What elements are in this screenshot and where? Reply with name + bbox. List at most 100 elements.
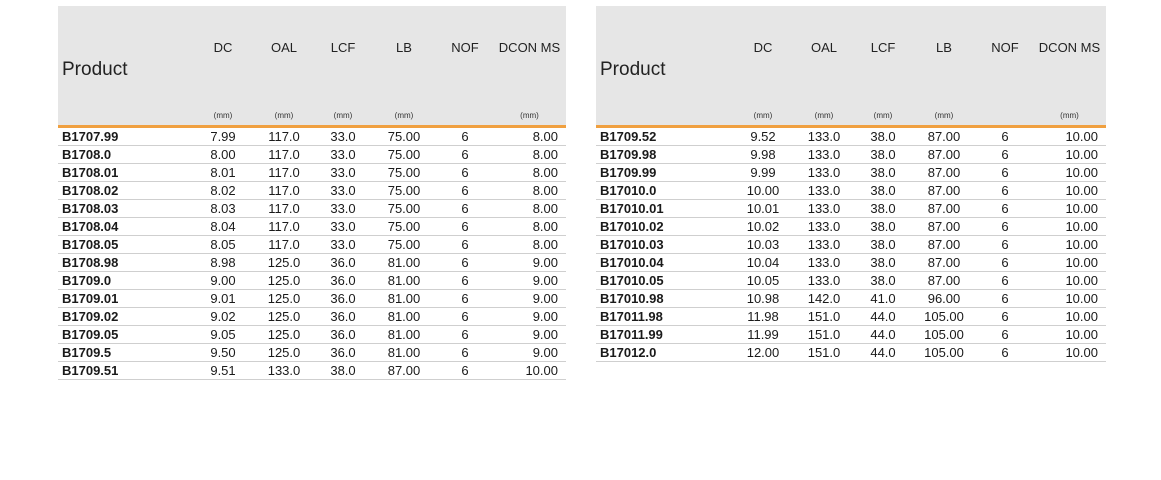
unit-oal: (mm) bbox=[793, 106, 855, 128]
cell-dcon: 10.00 bbox=[1033, 181, 1106, 200]
cell-nof: 6 bbox=[977, 307, 1033, 326]
cell-product: B1709.5 bbox=[58, 343, 193, 362]
cell-dc: 9.01 bbox=[193, 289, 253, 308]
table-row: B1707.99 7.99 117.0 33.0 75.00 6 8.00 bbox=[58, 126, 566, 146]
cell-dcon: 10.00 bbox=[1033, 145, 1106, 164]
cell-dc: 9.99 bbox=[733, 163, 793, 182]
cell-nof: 6 bbox=[437, 271, 493, 290]
cell-nof: 6 bbox=[437, 235, 493, 254]
cell-oal: 133.0 bbox=[793, 163, 855, 182]
cell-product: B1708.03 bbox=[58, 199, 193, 218]
cell-product: B1708.0 bbox=[58, 145, 193, 164]
cell-oal: 133.0 bbox=[793, 253, 855, 272]
cell-dc: 12.00 bbox=[733, 343, 793, 362]
cell-oal: 117.0 bbox=[253, 181, 315, 200]
cell-lcf: 38.0 bbox=[855, 235, 911, 254]
cell-nof: 6 bbox=[977, 126, 1033, 146]
cell-nof: 6 bbox=[437, 289, 493, 308]
table-row: B1709.05 9.05 125.0 36.0 81.00 6 9.00 bbox=[58, 325, 566, 344]
cell-lcf: 33.0 bbox=[315, 217, 371, 236]
cell-nof: 6 bbox=[437, 126, 493, 146]
cell-lb: 75.00 bbox=[371, 163, 437, 182]
cell-lb: 87.00 bbox=[371, 361, 437, 380]
cell-nof: 6 bbox=[977, 181, 1033, 200]
unit-dc: (mm) bbox=[733, 106, 793, 128]
cell-dc: 10.05 bbox=[733, 271, 793, 290]
table-row: B1708.01 8.01 117.0 33.0 75.00 6 8.00 bbox=[58, 163, 566, 182]
cell-product: B1708.01 bbox=[58, 163, 193, 182]
header-row: Product DC OAL LCF LB NOF DCON MS bbox=[58, 6, 566, 106]
left-table-body: B1707.99 7.99 117.0 33.0 75.00 6 8.00 B1708.0 8.… bbox=[58, 126, 566, 380]
cell-lb: 105.00 bbox=[911, 307, 977, 326]
cell-dcon: 9.00 bbox=[493, 325, 566, 344]
table-row: B1709.99 9.99 133.0 38.0 87.00 6 10.00 bbox=[596, 163, 1106, 182]
cell-lb: 87.00 bbox=[911, 145, 977, 164]
cell-oal: 151.0 bbox=[793, 343, 855, 362]
cell-nof: 6 bbox=[977, 289, 1033, 308]
cell-lcf: 44.0 bbox=[855, 307, 911, 326]
cell-dc: 10.01 bbox=[733, 199, 793, 218]
cell-oal: 125.0 bbox=[253, 289, 315, 308]
cell-lb: 75.00 bbox=[371, 235, 437, 254]
cell-dcon: 8.00 bbox=[493, 163, 566, 182]
cell-dc: 8.01 bbox=[193, 163, 253, 182]
cell-nof: 6 bbox=[977, 253, 1033, 272]
table-row: B17010.01 10.01 133.0 38.0 87.00 6 10.00 bbox=[596, 199, 1106, 218]
header-row: Product DC OAL LCF LB NOF DCON MS bbox=[596, 6, 1106, 106]
cell-lb: 96.00 bbox=[911, 289, 977, 308]
cell-nof: 6 bbox=[977, 325, 1033, 344]
cell-oal: 117.0 bbox=[253, 235, 315, 254]
cell-lcf: 38.0 bbox=[855, 253, 911, 272]
table-row: B1709.01 9.01 125.0 36.0 81.00 6 9.00 bbox=[58, 289, 566, 308]
cell-dc: 9.51 bbox=[193, 361, 253, 380]
cell-lcf: 38.0 bbox=[855, 163, 911, 182]
cell-nof: 6 bbox=[977, 235, 1033, 254]
col-header-dcon: DCON MS bbox=[493, 6, 566, 106]
cell-product: B17010.05 bbox=[596, 271, 733, 290]
col-header-lb: LB bbox=[371, 6, 437, 106]
cell-dc: 10.02 bbox=[733, 217, 793, 236]
cell-product: B1708.98 bbox=[58, 253, 193, 272]
cell-oal: 133.0 bbox=[793, 235, 855, 254]
cell-lcf: 33.0 bbox=[315, 126, 371, 146]
cell-dcon: 8.00 bbox=[493, 126, 566, 146]
table-row: B17011.98 11.98 151.0 44.0 105.00 6 10.00 bbox=[596, 307, 1106, 326]
table-row: B1708.98 8.98 125.0 36.0 81.00 6 9.00 bbox=[58, 253, 566, 272]
table-row: B17010.02 10.02 133.0 38.0 87.00 6 10.00 bbox=[596, 217, 1106, 236]
unit-dcon: (mm) bbox=[493, 106, 566, 128]
table-row: B1709.0 9.00 125.0 36.0 81.00 6 9.00 bbox=[58, 271, 566, 290]
table-row: B17010.04 10.04 133.0 38.0 87.00 6 10.00 bbox=[596, 253, 1106, 272]
cell-lb: 75.00 bbox=[371, 145, 437, 164]
cell-dc: 10.98 bbox=[733, 289, 793, 308]
cell-lcf: 38.0 bbox=[855, 126, 911, 146]
cell-lb: 105.00 bbox=[911, 343, 977, 362]
cell-lb: 75.00 bbox=[371, 181, 437, 200]
cell-lcf: 36.0 bbox=[315, 343, 371, 362]
table-row: B17010.0 10.00 133.0 38.0 87.00 6 10.00 bbox=[596, 181, 1106, 200]
cell-dcon: 9.00 bbox=[493, 253, 566, 272]
cell-lcf: 33.0 bbox=[315, 145, 371, 164]
cell-product: B17010.98 bbox=[596, 289, 733, 308]
cell-dcon: 10.00 bbox=[1033, 307, 1106, 326]
cell-lb: 81.00 bbox=[371, 325, 437, 344]
cell-dc: 8.98 bbox=[193, 253, 253, 272]
col-header-oal: OAL bbox=[793, 6, 855, 106]
cell-nof: 6 bbox=[977, 343, 1033, 362]
cell-lb: 87.00 bbox=[911, 181, 977, 200]
cell-product: B17012.0 bbox=[596, 343, 733, 362]
cell-dcon: 8.00 bbox=[493, 145, 566, 164]
cell-dc: 8.00 bbox=[193, 145, 253, 164]
cell-dcon: 8.00 bbox=[493, 235, 566, 254]
cell-nof: 6 bbox=[977, 271, 1033, 290]
cell-product: B1708.04 bbox=[58, 217, 193, 236]
cell-oal: 133.0 bbox=[793, 145, 855, 164]
cell-product: B1709.01 bbox=[58, 289, 193, 308]
cell-dcon: 10.00 bbox=[1033, 343, 1106, 362]
cell-nof: 6 bbox=[977, 217, 1033, 236]
cell-dc: 9.02 bbox=[193, 307, 253, 326]
cell-oal: 142.0 bbox=[793, 289, 855, 308]
cell-oal: 151.0 bbox=[793, 307, 855, 326]
col-header-oal: OAL bbox=[253, 6, 315, 106]
cell-dcon: 9.00 bbox=[493, 343, 566, 362]
cell-nof: 6 bbox=[437, 199, 493, 218]
